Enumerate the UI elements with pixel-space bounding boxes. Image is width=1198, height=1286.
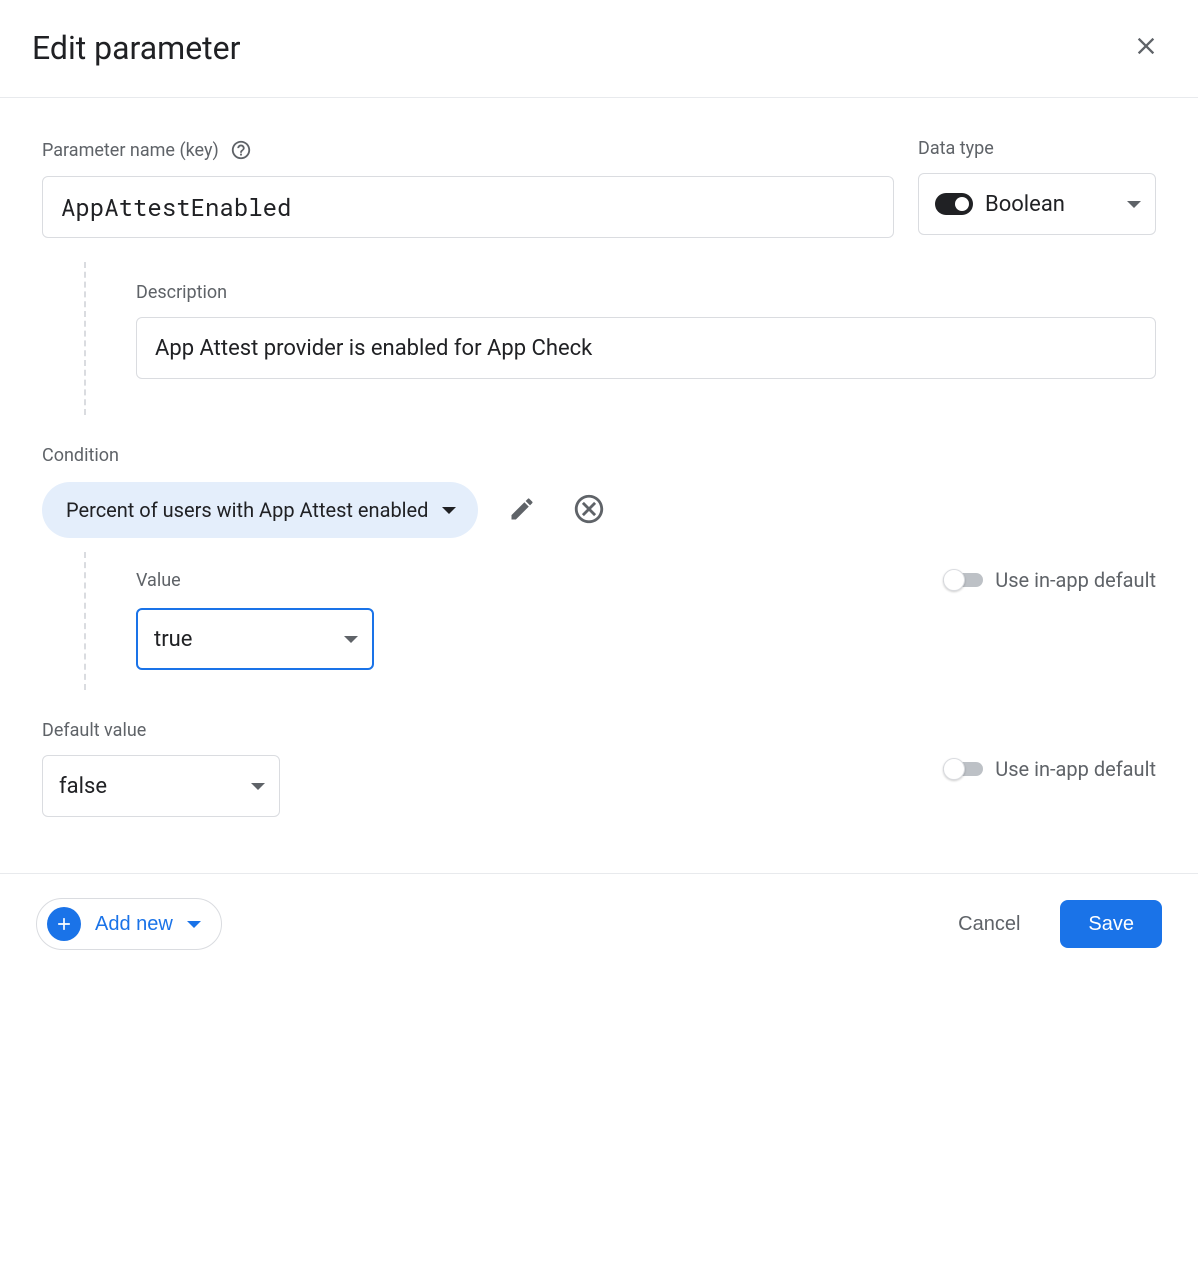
default-use-default-label: Use in-app default [995,757,1156,781]
default-value-left: Default value false [42,720,280,817]
dialog-footer: Add new Cancel Save [0,873,1198,974]
name-and-type-row: Parameter name (key) Data type Boolean [42,138,1156,238]
cancel-button[interactable]: Cancel [946,903,1032,946]
footer-actions: Cancel Save [946,900,1162,948]
param-name-label: Parameter name (key) [42,140,219,161]
edit-parameter-dialog: Edit parameter Parameter name (key) Data… [0,0,1198,1014]
boolean-icon [935,193,973,215]
data-type-group: Data type Boolean [918,138,1156,238]
default-use-default-switch[interactable] [943,758,983,780]
default-value-dropdown[interactable]: false [42,755,280,817]
description-section: Description [84,262,1156,415]
edit-condition-button[interactable] [502,489,542,532]
condition-value-dropdown[interactable]: true [136,608,374,670]
save-button[interactable]: Save [1060,900,1162,948]
use-default-toggle-group: Use in-app default [943,568,1156,592]
remove-condition-button[interactable] [566,486,612,535]
condition-label: Condition [42,445,1156,466]
default-value-row: Default value false Use in-app default [42,720,1156,817]
default-value-text: false [59,774,251,799]
add-new-button[interactable]: Add new [36,898,222,950]
description-input[interactable] [136,317,1156,379]
close-icon [1132,32,1160,63]
add-new-label: Add new [95,913,173,936]
description-label: Description [136,282,1156,303]
chevron-down-icon [251,783,265,790]
dialog-body: Parameter name (key) Data type Boolean D… [0,98,1198,817]
data-type-value: Boolean [985,192,1115,217]
chevron-down-icon [344,636,358,643]
condition-value-text: true [154,627,344,652]
use-default-label: Use in-app default [995,568,1156,592]
switch-thumb [943,758,965,780]
default-use-default-toggle: Use in-app default [943,757,1156,781]
pencil-icon [508,495,536,526]
param-name-input[interactable] [42,176,894,238]
default-value-label: Default value [42,720,280,741]
dialog-header: Edit parameter [0,0,1198,98]
value-header-row: Value Use in-app default [136,568,1156,592]
condition-row: Percent of users with App Attest enabled [42,482,1156,538]
condition-value-section: Value Use in-app default true [84,552,1156,690]
help-icon[interactable] [229,138,253,162]
data-type-dropdown[interactable]: Boolean [918,173,1156,235]
switch-thumb [943,569,965,591]
close-circle-icon [572,492,606,529]
data-type-label: Data type [918,138,1156,159]
condition-chip-text: Percent of users with App Attest enabled [66,498,428,522]
close-button[interactable] [1126,26,1166,69]
chevron-down-icon [442,507,456,514]
value-label: Value [136,570,181,591]
chevron-down-icon [1127,201,1141,208]
dialog-title: Edit parameter [32,29,240,67]
condition-chip[interactable]: Percent of users with App Attest enabled [42,482,478,538]
chevron-down-icon [187,921,201,928]
plus-circle-icon [47,907,81,941]
use-default-switch[interactable] [943,569,983,591]
param-name-group: Parameter name (key) [42,138,894,238]
param-name-label-row: Parameter name (key) [42,138,894,162]
